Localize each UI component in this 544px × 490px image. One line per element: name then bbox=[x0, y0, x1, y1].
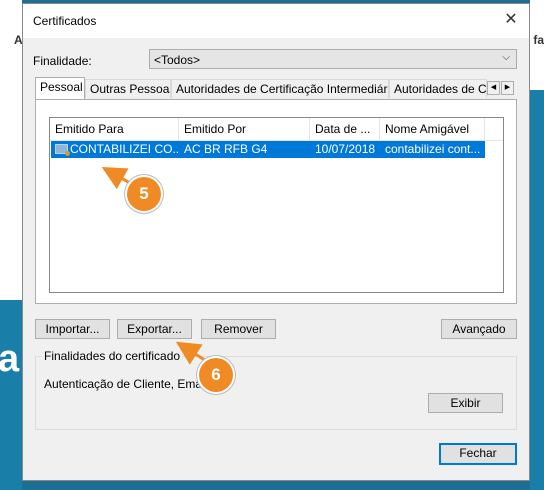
window-title: Certificados bbox=[33, 14, 97, 28]
column-nome-amigavel[interactable]: Nome Amigável bbox=[380, 118, 485, 140]
background-left-band bbox=[0, 300, 22, 490]
callout-6-badge: 6 bbox=[199, 358, 233, 392]
finalidades-group-title: Finalidades do certificado bbox=[42, 349, 183, 363]
remove-button[interactable]: Remover bbox=[201, 319, 276, 339]
certificate-list[interactable]: Emitido Para Emitido Por Data de ... Nom… bbox=[49, 117, 504, 293]
export-button[interactable]: Exportar... bbox=[117, 319, 192, 339]
column-emitido-por[interactable]: Emitido Por bbox=[179, 118, 310, 140]
callout-5-badge: 5 bbox=[127, 177, 161, 211]
column-emitido-para[interactable]: Emitido Para bbox=[50, 118, 179, 140]
tab-pessoal[interactable]: Pessoal bbox=[35, 77, 85, 99]
tab-autoridades-certificacao[interactable]: Autoridades de Ce bbox=[389, 79, 487, 98]
close-icon[interactable]: ✕ bbox=[501, 10, 521, 30]
view-button[interactable]: Exibir bbox=[428, 393, 503, 413]
finalidades-text: Autenticação de Cliente, Email Se bbox=[44, 377, 226, 391]
tab-panel-pessoal: Emitido Para Emitido Por Data de ... Nom… bbox=[35, 99, 517, 304]
title-bar: Certificados ✕ bbox=[23, 4, 529, 38]
finalidade-dropdown[interactable]: <Todos> ⌵ bbox=[149, 49, 517, 69]
tab-scroll-left-icon[interactable]: ◀ bbox=[487, 81, 500, 95]
chevron-down-icon: ⌵ bbox=[502, 52, 510, 63]
background-right-panel: fa bbox=[530, 0, 544, 490]
cell-emitido-por: AC BR RFB G4 bbox=[184, 142, 268, 156]
finalidade-value: <Todos> bbox=[154, 53, 201, 67]
close-button[interactable]: Fechar bbox=[439, 443, 517, 465]
certificates-dialog: Certificados ✕ Finalidade: <Todos> ⌵ Pes… bbox=[22, 3, 530, 481]
cell-nome-amigavel: contabilizei cont... bbox=[385, 142, 481, 156]
advanced-button[interactable]: Avançado bbox=[441, 319, 517, 339]
background-right-text: fa bbox=[533, 33, 544, 47]
certificate-icon bbox=[55, 144, 70, 156]
tab-autoridades-intermediarias[interactable]: Autoridades de Certificação Intermediári… bbox=[171, 79, 389, 98]
import-button[interactable]: Importar... bbox=[35, 319, 110, 339]
table-row[interactable]: CONTABILIZEI CO... AC BR RFB G4 10/07/20… bbox=[51, 141, 485, 158]
cell-emitido-para: CONTABILIZEI CO... bbox=[70, 142, 178, 156]
column-data[interactable]: Data de ... bbox=[310, 118, 380, 140]
list-header: Emitido Para Emitido Por Data de ... Nom… bbox=[50, 118, 503, 141]
tab-outras-pessoas[interactable]: Outras Pessoas bbox=[85, 79, 171, 98]
tab-strip: Pessoal Outras Pessoas Autoridades de Ce… bbox=[35, 77, 517, 100]
cell-data: 10/07/2018 bbox=[315, 142, 376, 156]
tab-scroll-right-icon[interactable]: ▶ bbox=[501, 81, 514, 95]
finalidade-label: Finalidade: bbox=[33, 54, 92, 68]
finalidades-group: Finalidades do certificado Autenticação … bbox=[35, 349, 517, 430]
background-right-band bbox=[530, 90, 544, 490]
background-left-panel: A a bbox=[0, 0, 23, 490]
background-left-letter: a bbox=[0, 338, 20, 380]
